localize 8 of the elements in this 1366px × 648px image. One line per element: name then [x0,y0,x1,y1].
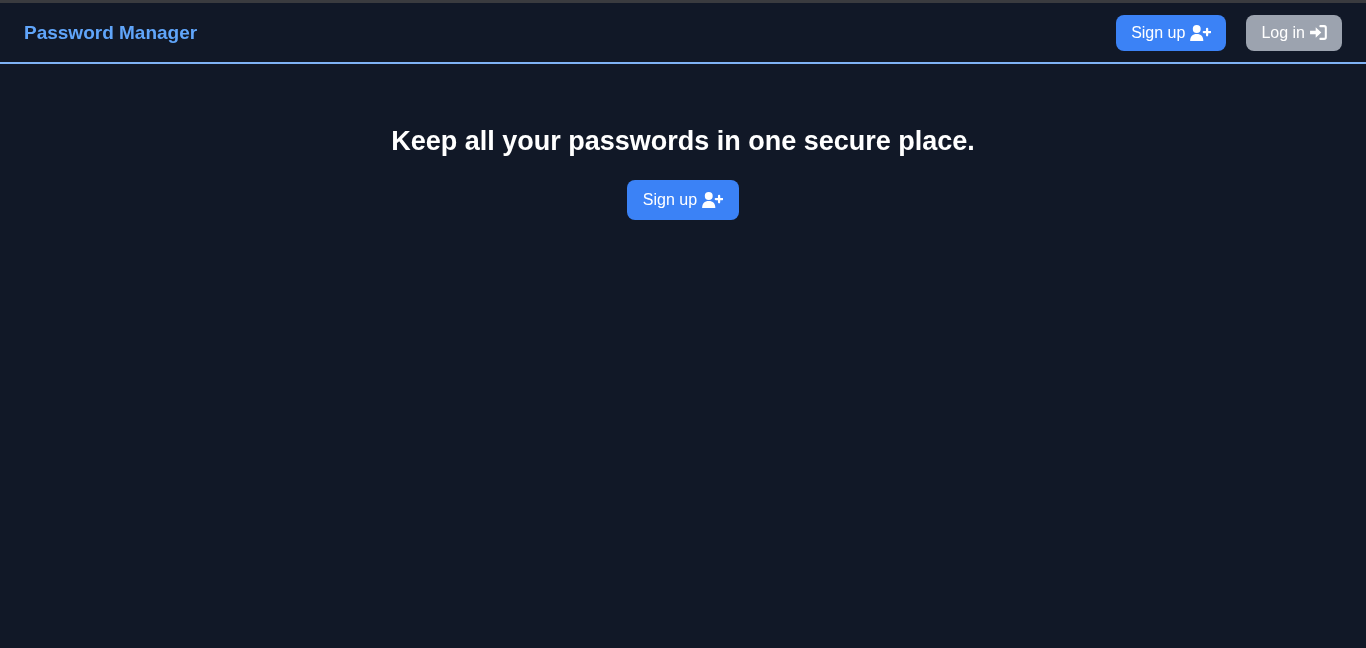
log-in-button[interactable]: Log in [1246,14,1342,51]
hero-heading: Keep all your passwords in one secure place. [391,125,975,158]
user-plus-icon [1190,24,1212,41]
sign-up-button[interactable]: Sign up [1116,14,1227,51]
app-title: Password Manager [24,21,198,44]
sign-up-button[interactable]: Sign up [626,180,740,220]
sign-in-icon [1310,25,1327,40]
user-plus-icon [702,192,724,208]
